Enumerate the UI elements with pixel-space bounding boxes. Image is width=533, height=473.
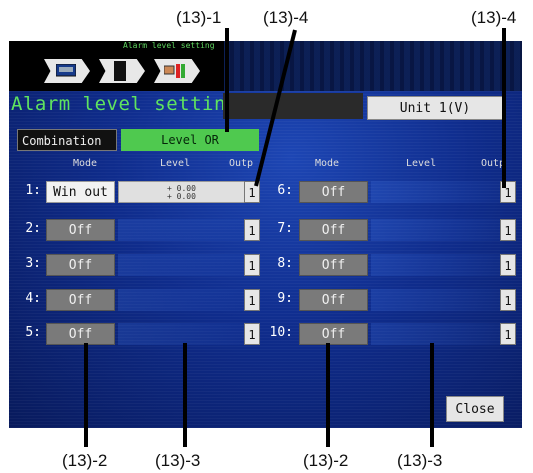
leader-13-2-right <box>326 343 330 447</box>
mode-button-1[interactable]: Win out <box>46 181 115 203</box>
level-field-3[interactable] <box>118 254 250 276</box>
top-bar-stripe <box>224 41 522 91</box>
callout-13-4-top-right: (13)-4 <box>471 8 517 27</box>
printer-icon <box>164 64 185 78</box>
level-field-7[interactable] <box>371 219 503 241</box>
mode-button-3[interactable]: Off <box>46 254 115 276</box>
level-field-8[interactable] <box>371 254 503 276</box>
level-field-6[interactable] <box>371 181 503 203</box>
callout-13-2-bottom-left: (13)-2 <box>62 451 108 470</box>
output-button-1[interactable]: 1 <box>244 181 260 203</box>
output-button-8[interactable]: 1 <box>500 254 516 276</box>
header-level-left: Level <box>160 158 191 169</box>
callout-13-1-top: (13)-1 <box>176 8 222 27</box>
breadcrumb-memory[interactable] <box>99 59 145 83</box>
header-output-left: Outp <box>229 158 254 169</box>
level-field-10[interactable] <box>371 323 503 345</box>
mode-button-8[interactable]: Off <box>299 254 368 276</box>
output-button-10[interactable]: 1 <box>500 323 516 345</box>
row-number-10: 10: <box>269 325 293 340</box>
row-number-4: 4: <box>25 291 41 306</box>
row-number-8: 8: <box>277 256 293 271</box>
leader-13-2-left <box>84 343 88 447</box>
header-mode-left: Mode <box>73 158 98 169</box>
mode-button-9[interactable]: Off <box>299 289 368 311</box>
output-button-2[interactable]: 1 <box>244 219 260 241</box>
leader-13-3-left <box>183 343 187 447</box>
mode-button-6[interactable]: Off <box>299 181 368 203</box>
level-field-5[interactable] <box>118 323 250 345</box>
mode-button-4[interactable]: Off <box>46 289 115 311</box>
mode-button-10[interactable]: Off <box>299 323 368 345</box>
row-number-6: 6: <box>277 183 293 198</box>
leader-13-3-right <box>430 343 434 447</box>
level-lower-1: + 0.00 <box>167 192 196 201</box>
row-number-1: 1: <box>25 183 41 198</box>
callout-13-2-bottom-right: (13)-2 <box>303 451 349 470</box>
unit-button[interactable]: Unit 1(V) <box>367 96 503 120</box>
close-button[interactable]: Close <box>446 396 504 422</box>
level-field-2[interactable] <box>118 219 250 241</box>
row-number-9: 9: <box>277 291 293 306</box>
page-title: Alarm level settings <box>11 93 250 115</box>
leader-13-1 <box>225 28 229 132</box>
output-button-7[interactable]: 1 <box>500 219 516 241</box>
combination-value-button[interactable]: Level OR <box>121 129 259 151</box>
callout-13-4-top-left: (13)-4 <box>263 8 309 27</box>
memory-card-icon <box>114 61 126 81</box>
row-number-3: 3: <box>25 256 41 271</box>
row-number-7: 7: <box>277 221 293 236</box>
monitor-icon <box>56 64 76 77</box>
breadcrumb-monitor[interactable] <box>44 59 90 83</box>
combination-label: Combination <box>17 129 117 151</box>
output-button-5[interactable]: 1 <box>244 323 260 345</box>
callout-13-3-bottom-left: (13)-3 <box>155 451 201 470</box>
level-field-4[interactable] <box>118 289 250 311</box>
title-bar-fill <box>223 93 363 119</box>
output-button-3[interactable]: 1 <box>244 254 260 276</box>
output-button-4[interactable]: 1 <box>244 289 260 311</box>
breadcrumb-printer[interactable] <box>154 59 200 83</box>
header-mode-right: Mode <box>315 158 340 169</box>
output-button-9[interactable]: 1 <box>500 289 516 311</box>
header-level-right: Level <box>406 158 437 169</box>
mode-button-5[interactable]: Off <box>46 323 115 345</box>
mode-button-2[interactable]: Off <box>46 219 115 241</box>
row-number-5: 5: <box>25 325 41 340</box>
mode-button-7[interactable]: Off <box>299 219 368 241</box>
leader-13-4-right <box>502 28 506 188</box>
level-field-1[interactable]: + 0.00 + 0.00 <box>118 181 250 203</box>
row-number-2: 2: <box>25 221 41 236</box>
level-field-9[interactable] <box>371 289 503 311</box>
breadcrumb-title: Alarm level setting <box>123 41 215 50</box>
callout-13-3-bottom-right: (13)-3 <box>397 451 443 470</box>
